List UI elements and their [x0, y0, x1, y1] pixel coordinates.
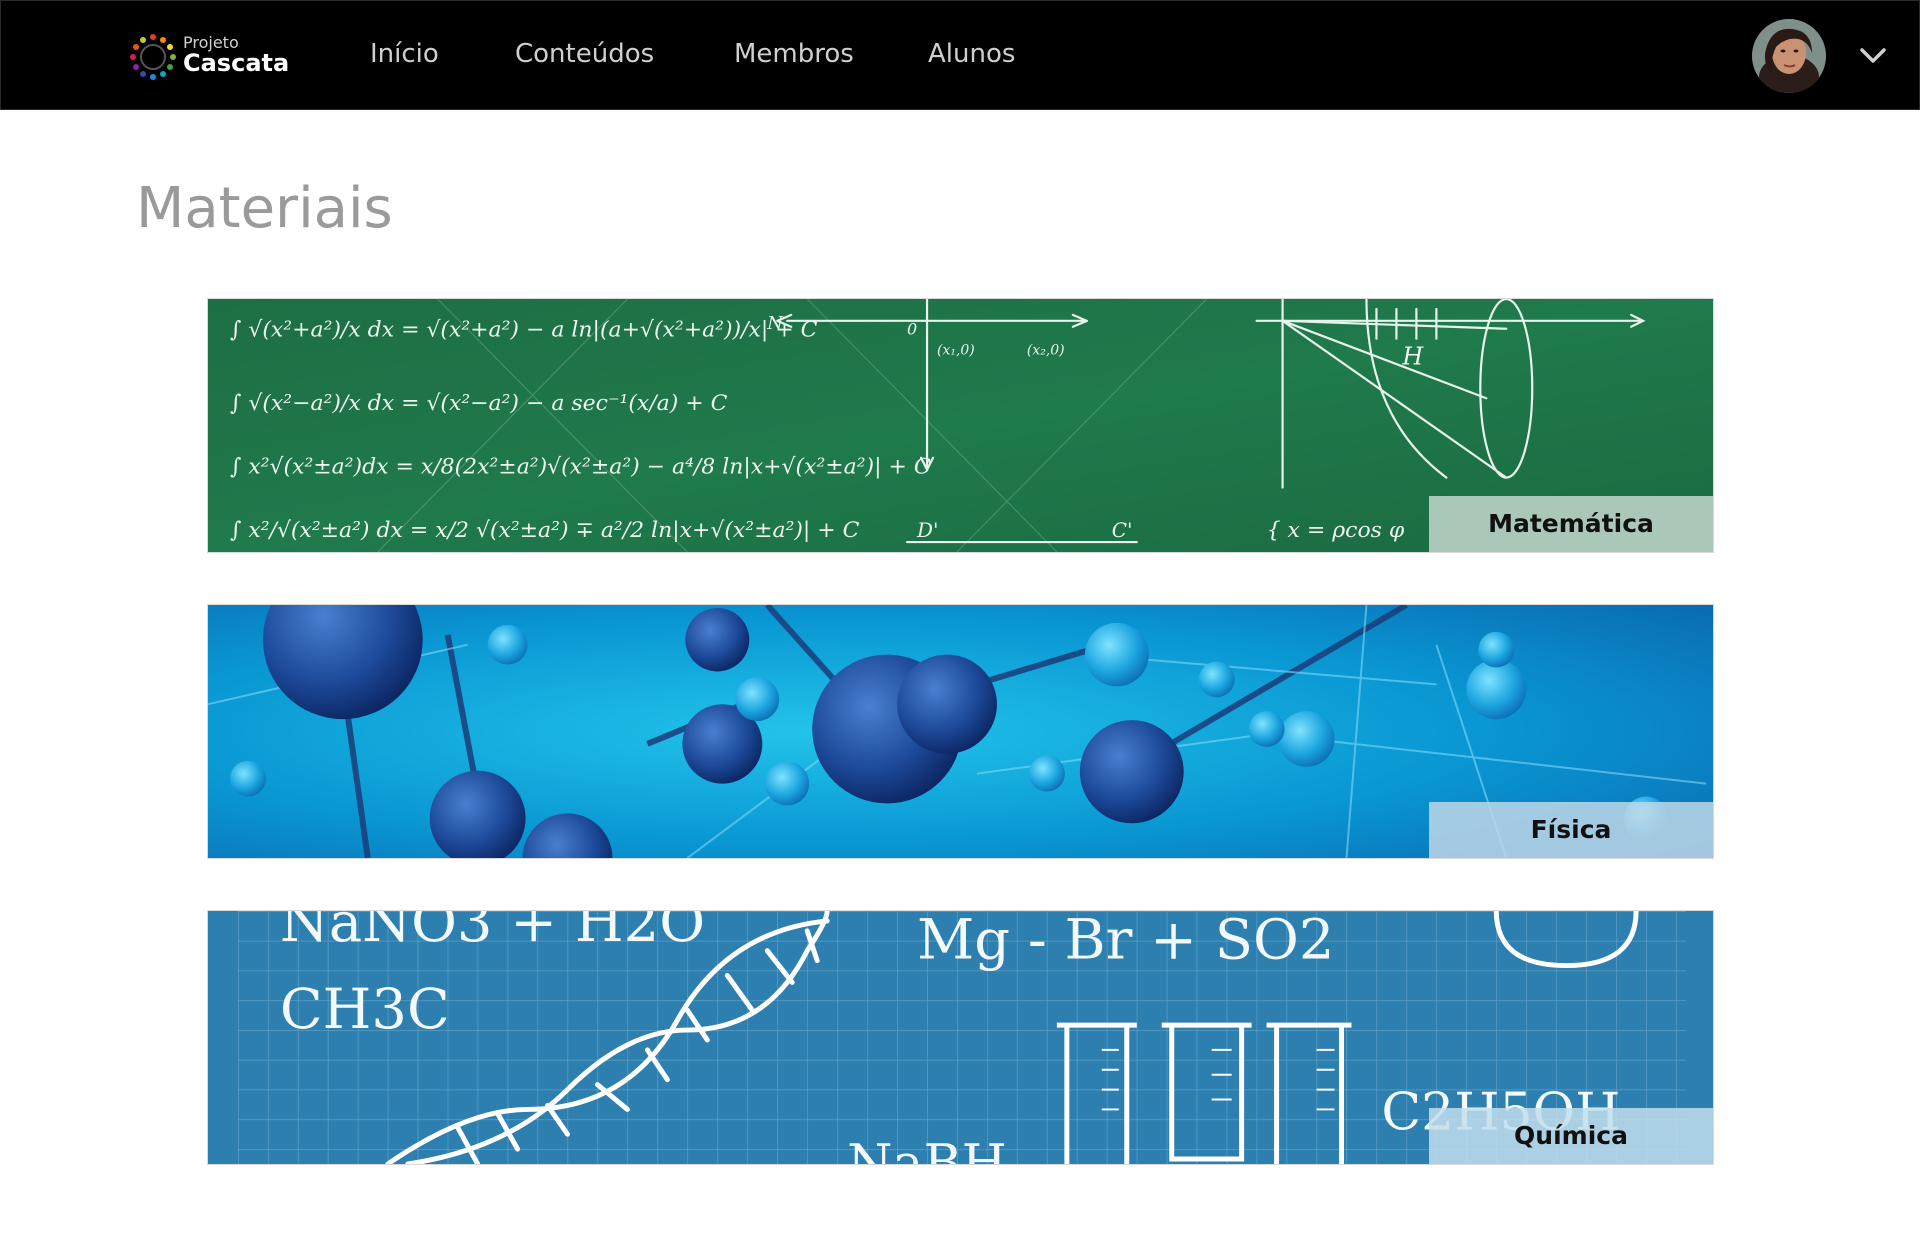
svg-text:0: 0: [907, 320, 917, 339]
logo-icon: [130, 34, 176, 80]
chem-formula-1: NaNO3 + H2O: [280, 911, 705, 955]
svg-text:N: N: [766, 313, 784, 334]
svg-text:C': C': [1112, 519, 1133, 542]
page-title: Materiais: [136, 176, 393, 241]
chem-formula-3: Mg - Br + SO2: [917, 911, 1334, 973]
material-label-fisica: Física: [1429, 802, 1713, 858]
math-formula-4: ∫ x²/√(x²±a²) dx = x/2 √(x²±a²) ∓ a²/2 l…: [230, 518, 860, 543]
avatar-image: [1752, 19, 1826, 93]
material-card-quimica[interactable]: NaNO3 + H2O CH3C Mg - Br + SO2 C2H5OH Na…: [207, 910, 1714, 1165]
math-formula-3: ∫ x²√(x²±a²)dx = x/8(2x²±a²)√(x²±a²) − a…: [230, 455, 931, 480]
svg-text:D': D': [916, 519, 938, 542]
material-label-quimica: Química: [1429, 1108, 1713, 1164]
chevron-down-icon[interactable]: [1856, 39, 1890, 73]
chem-formula-5: NaBH: [847, 1134, 1007, 1164]
logo-brand-text: Cascata: [183, 49, 290, 77]
logo[interactable]: Projeto Cascata: [127, 29, 290, 85]
top-navbar: Projeto Cascata Início Conteúdos Membros…: [0, 0, 1920, 110]
nav-link-alunos[interactable]: Alunos: [928, 39, 1015, 69]
svg-text:{ x = ρcos φ: { x = ρcos φ: [1267, 518, 1405, 543]
nav-link-conteudos[interactable]: Conteúdos: [515, 39, 654, 69]
svg-text:(x₁,0): (x₁,0): [937, 343, 975, 359]
material-card-matematica[interactable]: ∫ √(x²+a²)/x dx = √(x²+a²) − a ln|(a+√(x…: [207, 298, 1714, 553]
math-formula-2: ∫ √(x²−a²)/x dx = √(x²−a²) − a sec⁻¹(x/a…: [230, 391, 728, 416]
chem-formula-2: CH3C: [280, 977, 450, 1042]
svg-text:H: H: [1401, 343, 1424, 371]
nav-link-membros[interactable]: Membros: [734, 39, 854, 69]
math-formula-1: ∫ √(x²+a²)/x dx = √(x²+a²) − a ln|(a+√(x…: [230, 318, 818, 343]
svg-text:(x₂,0): (x₂,0): [1027, 343, 1065, 359]
material-label-matematica: Matemática: [1429, 496, 1713, 552]
material-card-fisica[interactable]: Física: [207, 604, 1714, 859]
user-avatar[interactable]: [1752, 19, 1826, 93]
nav-link-inicio[interactable]: Início: [370, 39, 439, 69]
